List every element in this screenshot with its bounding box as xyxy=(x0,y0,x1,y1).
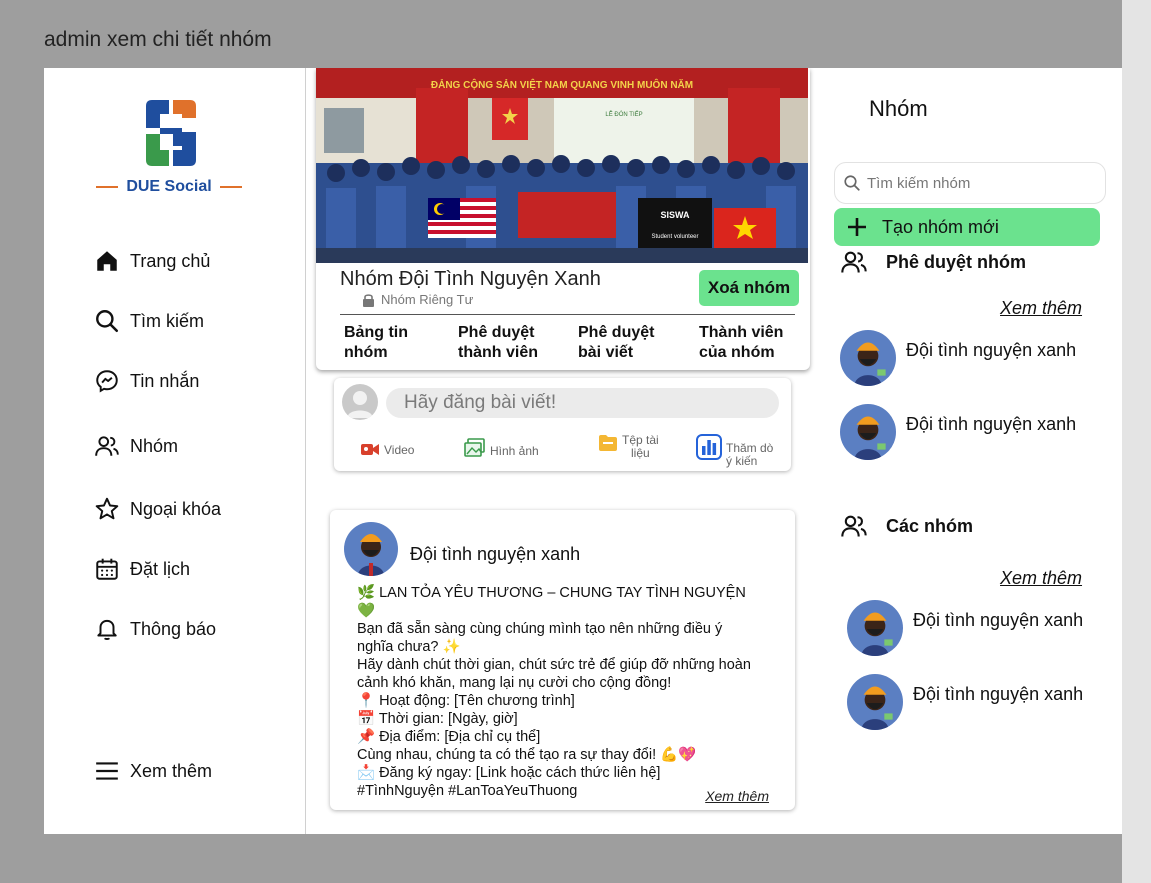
logo-wordmark: DUE Social xyxy=(94,178,244,196)
sidebar: DUE Social Trang chủ Tìm kiếm Tin nhắn N… xyxy=(44,68,306,834)
group-avatar xyxy=(840,404,896,460)
approve-group-item[interactable]: Đội tình nguyện xanh xyxy=(840,330,1076,386)
app-name: DUE Social xyxy=(126,178,212,195)
approve-groups-heading: Phê duyệt nhóm xyxy=(840,248,1026,276)
composer-input[interactable] xyxy=(386,388,779,418)
composer-image-option[interactable]: Hình ảnh xyxy=(464,438,539,458)
group-item-name: Đội tình nguyện xanh xyxy=(906,414,1077,434)
sidebar-item-messages[interactable]: Tin nhắn xyxy=(94,368,199,394)
sidebar-item-groups[interactable]: Nhóm xyxy=(94,433,178,459)
cover-flag-text: SISWA xyxy=(660,210,690,220)
menu-icon xyxy=(96,762,118,780)
lock-icon xyxy=(363,293,374,307)
groups-see-more-link[interactable]: Xem thêm xyxy=(1000,568,1082,589)
sidebar-item-label: Nhóm xyxy=(130,435,179,456)
create-group-label: Tạo nhóm mới xyxy=(882,216,999,237)
sidebar-more-button[interactable]: Xem thêm xyxy=(94,758,212,784)
composer-option-label: Hình ảnh xyxy=(490,444,539,458)
due-social-logo[interactable] xyxy=(140,98,202,168)
tab-group-members[interactable]: Thành viên của nhóm xyxy=(699,323,783,363)
bell-icon xyxy=(97,619,117,640)
tab-approve-posts[interactable]: Phê duyệt bài viết xyxy=(578,323,654,363)
sidebar-item-notifications[interactable]: Thông báo xyxy=(94,616,216,642)
folder-icon xyxy=(599,435,617,451)
composer-poll-option[interactable]: Thăm dò ý kiến xyxy=(696,434,773,468)
calendar-icon xyxy=(96,558,118,580)
sidebar-item-home[interactable]: Trang chủ xyxy=(94,248,210,274)
people-icon xyxy=(841,515,867,537)
poll-icon xyxy=(696,434,722,460)
home-icon xyxy=(97,251,117,271)
group-name: Nhóm Đội Tình Nguyện Xanh xyxy=(340,268,601,290)
group-search-box[interactable] xyxy=(834,162,1106,204)
divider xyxy=(340,314,795,315)
group-item-name: Đội tình nguyện xanh xyxy=(906,340,1077,360)
sidebar-item-label: Trang chủ xyxy=(130,250,211,271)
group-list-item[interactable]: Đội tình nguyện xanh xyxy=(847,600,1083,656)
sidebar-item-label: Tìm kiếm xyxy=(130,310,204,331)
composer-option-label: Thăm dò ý kiến xyxy=(726,441,774,468)
cover-screen-text: LỄ ĐÓN TIẾP xyxy=(605,111,642,118)
malaysia-flag xyxy=(428,198,496,238)
tab-approve-members[interactable]: Phê duyệt thành viên xyxy=(458,323,538,363)
group-avatar xyxy=(840,330,896,386)
post-body: 🌿 LAN TỎA YÊU THƯƠNG – CHUNG TAY TÌNH NG… xyxy=(357,585,751,799)
sidebar-item-label: Tin nhắn xyxy=(130,370,200,391)
group-avatar xyxy=(847,674,903,730)
post-author-avatar[interactable] xyxy=(344,522,398,576)
search-icon xyxy=(96,310,119,333)
sidebar-item-schedule[interactable]: Đặt lịch xyxy=(94,556,190,582)
video-icon xyxy=(361,444,379,455)
cover-banner-text: ĐẢNG CỘNG SẢN VIỆT NAM QUANG VINH MUÔN N… xyxy=(431,78,693,91)
plus-icon xyxy=(848,218,866,236)
post-see-more-link[interactable]: Xem thêm xyxy=(701,788,769,804)
group-list-item[interactable]: Đội tình nguyện xanh xyxy=(847,674,1083,730)
cover-flag-subtext: Student volunteer xyxy=(651,234,698,240)
composer-option-label: Video xyxy=(384,443,415,457)
search-icon xyxy=(844,175,860,191)
composer-file-option[interactable]: Tệp tài liệu xyxy=(598,434,659,460)
sidebar-item-label: Đặt lịch xyxy=(130,558,191,579)
approve-see-more-link[interactable]: Xem thêm xyxy=(1000,298,1082,319)
star-icon xyxy=(95,497,119,520)
window-scrollbar[interactable] xyxy=(1122,0,1151,883)
create-group-button[interactable]: Tạo nhóm mới xyxy=(834,208,1100,246)
messenger-icon xyxy=(96,370,118,393)
composer-option-label: Tệp tài liệu xyxy=(622,433,659,460)
delete-group-button[interactable]: Xoá nhóm xyxy=(699,270,799,306)
user-placeholder-icon xyxy=(347,391,373,418)
vietnam-flag xyxy=(714,208,776,250)
group-privacy-label: Nhóm Riêng Tư xyxy=(381,292,474,307)
avatar xyxy=(342,384,378,420)
sidebar-item-search[interactable]: Tìm kiếm xyxy=(94,308,204,334)
image-icon xyxy=(464,438,485,457)
app-window: DUE Social Trang chủ Tìm kiếm Tin nhắn N… xyxy=(44,68,1122,834)
group-item-name: Đội tình nguyện xanh xyxy=(913,684,1084,704)
group-cover-photo: ĐẢNG CỘNG SẢN VIỆT NAM QUANG VINH MUÔN N… xyxy=(316,68,808,263)
group-item-name: Đội tình nguyện xanh xyxy=(913,610,1084,630)
group-search-input[interactable] xyxy=(867,174,1087,192)
composer-video-option[interactable]: Video xyxy=(360,440,414,458)
section-title: Phê duyệt nhóm xyxy=(886,251,1027,272)
tab-group-feed[interactable]: Bảng tin nhóm xyxy=(344,323,408,363)
section-title: Các nhóm xyxy=(886,515,974,536)
group-privacy: Nhóm Riêng Tư xyxy=(362,292,473,307)
people-icon xyxy=(95,436,119,456)
post-card: Đội tình nguyện xanh 🌿 LAN TỎA YÊU THƯƠN… xyxy=(330,510,795,810)
people-icon xyxy=(841,251,867,273)
group-avatar xyxy=(847,600,903,656)
sidebar-item-extracurricular[interactable]: Ngoại khóa xyxy=(94,496,221,522)
post-author-name[interactable]: Đội tình nguyện xanh xyxy=(410,544,580,565)
all-groups-heading: Các nhóm xyxy=(840,512,973,540)
post-composer: Video Hình ảnh Tệp tài liệu Thăm dò ý ki… xyxy=(334,378,791,471)
sidebar-item-label: Ngoại khóa xyxy=(130,498,222,519)
frame-title: admin xem chi tiết nhóm xyxy=(44,28,272,51)
sidebar-more-label: Xem thêm xyxy=(130,760,213,781)
approve-group-item[interactable]: Đội tình nguyện xanh xyxy=(840,404,1076,460)
sidebar-item-label: Thông báo xyxy=(130,618,217,639)
right-panel-title: Nhóm xyxy=(869,96,928,121)
